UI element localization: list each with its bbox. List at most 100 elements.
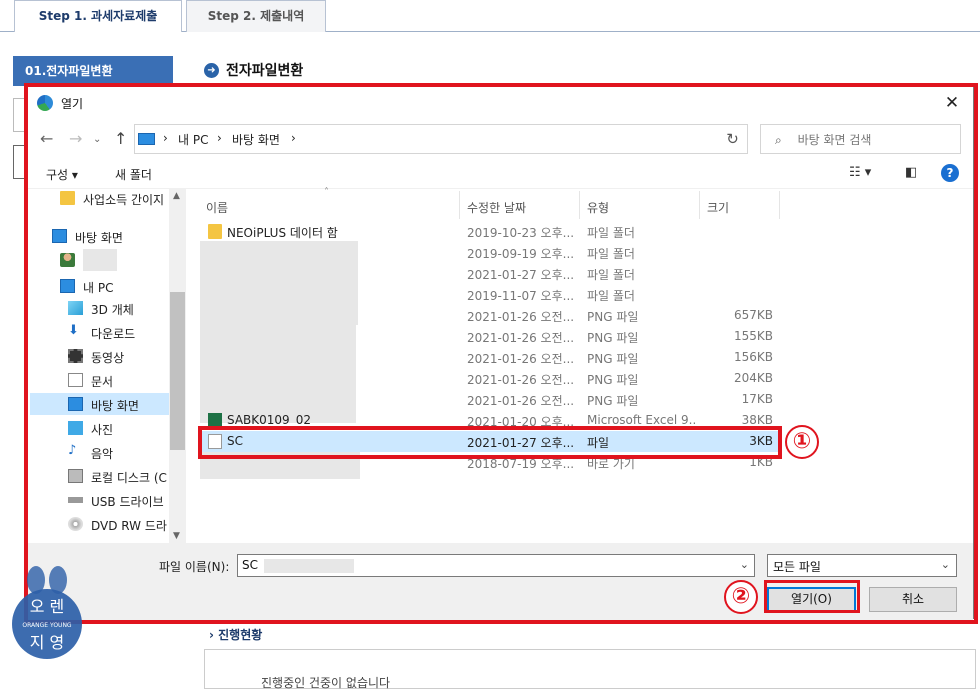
user-icon <box>60 253 75 267</box>
organize-label: 구성 <box>46 168 69 182</box>
close-icon[interactable]: ✕ <box>939 91 965 115</box>
forward-arrow-icon[interactable]: → <box>69 129 82 148</box>
new-folder-button[interactable]: 새 폴더 <box>115 166 152 183</box>
tree-scrollbar[interactable]: ▲ ▼ <box>169 189 186 543</box>
file-date: 2019-10-23 오후... <box>467 226 575 240</box>
file-row[interactable]: 2021-01-26 오전... PNG 파일 156KB <box>200 347 780 368</box>
column-date[interactable]: 수정한 날짜 <box>461 191 580 219</box>
open-button[interactable]: 열기(O) <box>767 587 856 612</box>
file-type: PNG 파일 <box>587 373 639 387</box>
orange-young-logo: 오 렌 ORANGE YOUNG 지 영 <box>12 566 82 659</box>
document-icon <box>68 373 83 387</box>
file-date: 2021-01-27 오후... <box>467 268 575 282</box>
tree-item[interactable]: 3D 개체 <box>30 297 185 319</box>
file-date: 2021-01-26 오전... <box>467 352 575 366</box>
search-input[interactable]: ⌕ 바탕 화면 검색 <box>760 124 961 154</box>
file-size: 155KB <box>733 329 773 343</box>
file-icon <box>208 434 222 449</box>
tree-item-label <box>83 249 117 271</box>
file-size: 38KB <box>741 413 773 427</box>
tree-item[interactable]: 사업소득 간이지 <box>30 189 185 209</box>
file-date: 2021-01-26 오전... <box>467 373 575 387</box>
navigation-tree: 사업소득 간이지 바탕 화면 내 PC 3D 개체 ⬇ 다운로드 동영상 문서 바탕 화면 사진 ♪… <box>30 189 185 543</box>
scroll-down-icon[interactable]: ▼ <box>173 531 180 541</box>
column-name[interactable]: 이름 ˄ <box>200 187 460 219</box>
folder-icon <box>60 191 75 205</box>
file-size: 156KB <box>733 350 773 364</box>
cancel-button[interactable]: 취소 <box>869 587 957 612</box>
scroll-thumb[interactable] <box>170 292 185 450</box>
column-name-label: 이름 <box>206 201 229 215</box>
refresh-icon[interactable]: ↻ <box>718 124 748 154</box>
file-type-filter[interactable]: 모든 파일 ⌄ <box>767 554 957 577</box>
tree-item[interactable]: 사진 <box>30 417 185 439</box>
tab-step2[interactable]: Step 2. 제출내역 <box>186 0 326 32</box>
tree-item[interactable] <box>30 249 185 271</box>
step-1-marker: ① <box>785 425 819 459</box>
arrow-right-icon: ➜ <box>204 62 219 78</box>
file-row[interactable]: 2021-01-26 오전... PNG 파일 657KB <box>200 305 780 326</box>
file-row[interactable]: 2021-01-27 오후... 파일 폴더 <box>200 263 780 284</box>
open-file-dialog: 열기 ✕ ← → ⌄ ↑ › 내 PC › 바탕 화면 › ⌄ ↻ ⌕ 바탕 화… <box>27 86 975 620</box>
up-arrow-icon[interactable]: ↑ <box>114 129 127 148</box>
tree-item[interactable]: 동영상 <box>30 345 185 367</box>
file-row[interactable]: NEOiPLUS 데이터 함 2019-10-23 오후... 파일 폴더 <box>200 221 780 242</box>
cube-icon <box>68 301 83 315</box>
breadcrumb-desktop[interactable]: 바탕 화면 <box>232 131 280 148</box>
sort-up-icon: ˄ <box>324 187 329 198</box>
breadcrumb-sep: › <box>291 131 296 145</box>
tree-item[interactable]: ♪ 음악 <box>30 441 185 463</box>
recent-dropdown-icon[interactable]: ⌄ <box>93 134 101 145</box>
tree-item[interactable]: 바탕 화면 <box>30 393 185 415</box>
column-type[interactable]: 유형 <box>581 191 700 219</box>
tree-item-label: 3D 개체 <box>91 303 134 317</box>
chevron-down-icon[interactable]: ⌄ <box>740 558 749 571</box>
tree-item-label: 내 PC <box>83 281 114 295</box>
scroll-up-icon[interactable]: ▲ <box>173 191 180 201</box>
organize-button[interactable]: 구성 ▾ <box>46 166 78 183</box>
column-size[interactable]: 크기 <box>701 191 780 219</box>
navigation-bar: ← → ⌄ ↑ › 내 PC › 바탕 화면 › ⌄ ↻ ⌕ 바탕 화면 검색 <box>28 119 973 159</box>
file-row[interactable]: 2019-09-19 오후... 파일 폴더 <box>200 242 780 263</box>
file-row[interactable]: 2018-07-19 오후... 바로 가기 1KB <box>200 452 780 473</box>
breadcrumb-pc[interactable]: 내 PC <box>178 131 208 148</box>
file-row[interactable]: 2021-01-26 오전... PNG 파일 155KB <box>200 326 780 347</box>
file-type: PNG 파일 <box>587 310 639 324</box>
tree-item[interactable]: 내 PC <box>30 275 185 297</box>
file-row[interactable]: 2021-01-26 오전... PNG 파일 204KB <box>200 368 780 389</box>
preview-pane-icon[interactable]: ◧ <box>905 165 917 180</box>
svg-text:오 렌: 오 렌 <box>30 597 65 616</box>
file-type: 파일 폴더 <box>587 289 635 303</box>
view-options-icon[interactable]: ☷ ▾ <box>849 165 871 180</box>
tree-item[interactable]: 로컬 디스크 (C <box>30 465 185 487</box>
tree-item[interactable]: DVD RW 드라 <box>30 513 185 535</box>
file-row[interactable]: SABK0109_02 2021-01-20 오후... Microsoft Exc… <box>200 410 780 431</box>
tree-item[interactable]: ⬇ 다운로드 <box>30 321 185 343</box>
help-icon[interactable]: ? <box>941 164 959 182</box>
file-row[interactable]: SC 2021-01-27 오후... 파일 3KB <box>200 431 780 452</box>
side-menu-convert[interactable]: 01.전자파일변환 <box>13 56 173 86</box>
tree-item[interactable]: USB 드라이브 <box>30 489 185 511</box>
tree-item-label: 문서 <box>91 375 114 389</box>
file-type: 파일 <box>587 436 610 450</box>
folder-icon <box>208 224 222 239</box>
file-row[interactable]: 2019-11-07 오후... 파일 폴더 <box>200 284 780 305</box>
back-arrow-icon[interactable]: ← <box>40 129 53 148</box>
address-bar[interactable]: › 내 PC › 바탕 화면 › ⌄ <box>134 124 743 154</box>
file-date: 2021-01-27 오후... <box>467 436 575 450</box>
filter-value: 모든 파일 <box>773 560 821 574</box>
file-size: 657KB <box>733 308 773 322</box>
bg-side-box-2 <box>13 145 25 179</box>
file-type: Microsoft Excel 9... <box>587 413 695 427</box>
tree-item-label: 음악 <box>91 447 114 461</box>
bg-side-box <box>13 98 25 132</box>
tab-step1[interactable]: Step 1. 과세자료제출 <box>14 0 182 32</box>
file-row[interactable]: 2021-01-26 오전... PNG 파일 17KB <box>200 389 780 410</box>
tree-item[interactable]: 바탕 화면 <box>30 225 185 247</box>
dialog-titlebar[interactable]: 열기 ✕ <box>28 87 973 119</box>
svg-text:지 영: 지 영 <box>30 633 65 652</box>
tree-item[interactable]: 문서 <box>30 369 185 391</box>
file-list: 이름 ˄ 수정한 날짜 유형 크기 NEOiPLUS 데이터 함 2019-10-… <box>200 187 975 543</box>
file-size: 17KB <box>741 392 773 406</box>
filename-input[interactable]: SC ⌄ <box>237 554 755 577</box>
